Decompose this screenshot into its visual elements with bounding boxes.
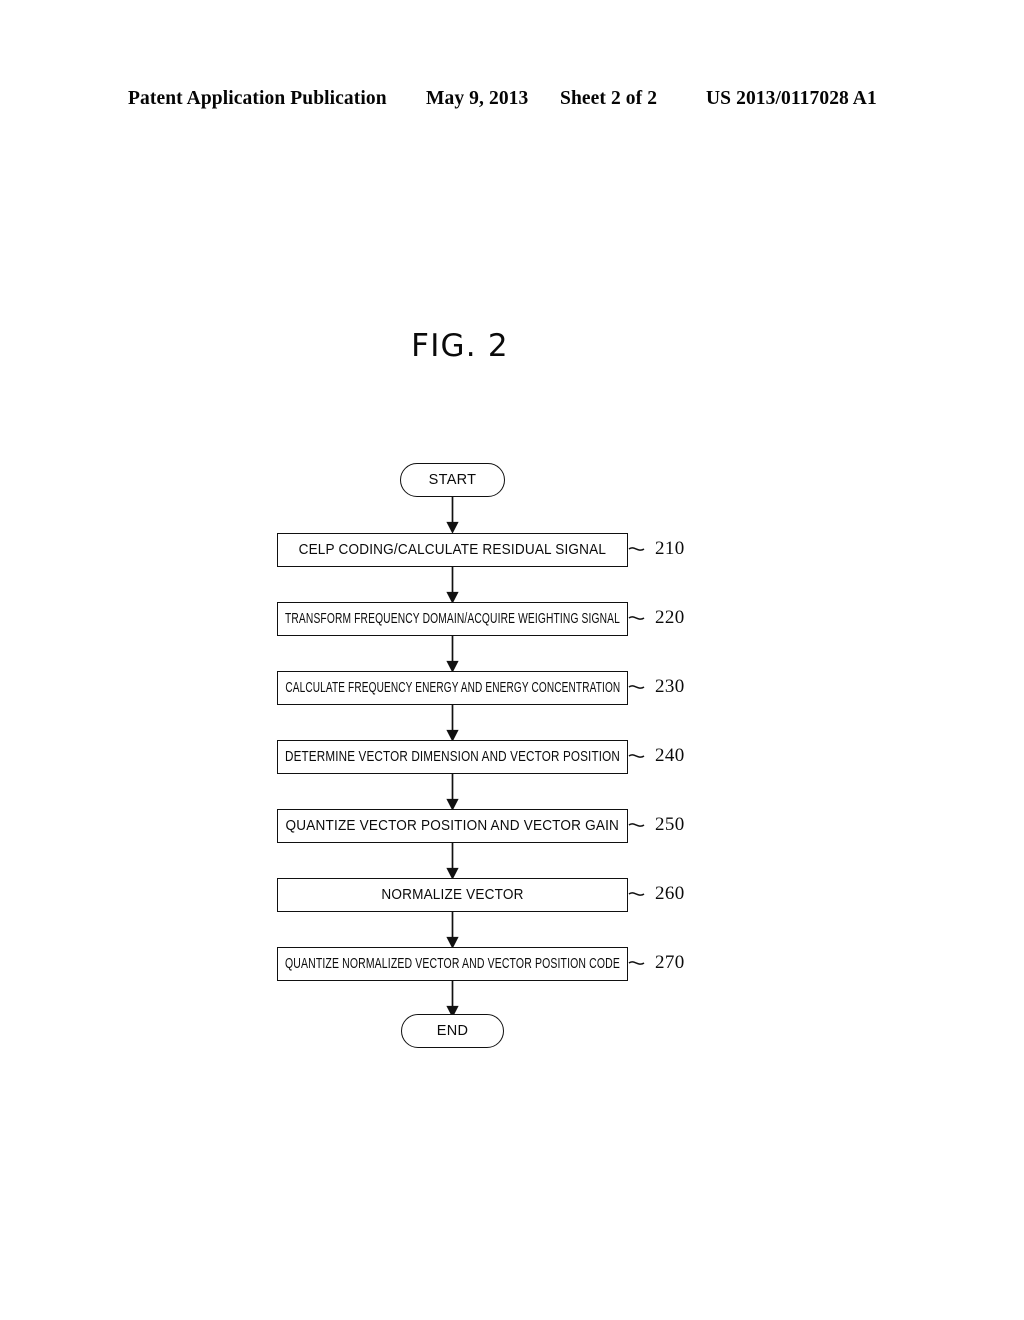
ref-numeral-240: 240: [655, 745, 685, 766]
flow-node-step-230-label: CALCULATE FREQUENCY ENERGY AND ENERGY CO…: [285, 680, 621, 696]
ref-numeral-230: 230: [655, 676, 685, 697]
patent-drawing-page: Patent Application Publication May 9, 20…: [0, 0, 1024, 1320]
flow-node-step-270[interactable]: QUANTIZE NORMALIZED VECTOR AND VECTOR PO…: [277, 947, 628, 981]
ref-numeral-220: 220: [655, 607, 685, 628]
flowchart-connectors: [446, 497, 645, 1018]
ref-numeral-270: 270: [655, 952, 685, 973]
flowchart-diagram: START CELP CODING/CALCULATE RESIDUAL SIG…: [0, 0, 1024, 1320]
flow-node-start[interactable]: START: [400, 463, 505, 497]
flow-node-step-250[interactable]: QUANTIZE VECTOR POSITION AND VECTOR GAIN: [277, 809, 628, 843]
flow-node-step-260[interactable]: NORMALIZE VECTOR: [277, 878, 628, 912]
flow-node-start-label: START: [428, 472, 477, 488]
flow-node-step-250-label: QUANTIZE VECTOR POSITION AND VECTOR GAIN: [285, 818, 620, 834]
flow-node-step-270-label: QUANTIZE NORMALIZED VECTOR AND VECTOR PO…: [285, 956, 620, 972]
flow-node-step-210[interactable]: CELP CODING/CALCULATE RESIDUAL SIGNAL: [277, 533, 628, 567]
flow-node-end[interactable]: END: [401, 1014, 504, 1048]
flow-node-step-240-label: DETERMINE VECTOR DIMENSION AND VECTOR PO…: [285, 749, 620, 765]
flow-node-step-210-label: CELP CODING/CALCULATE RESIDUAL SIGNAL: [298, 542, 607, 558]
flow-node-step-220[interactable]: TRANSFORM FREQUENCY DOMAIN/ACQUIRE WEIGH…: [277, 602, 628, 636]
flow-node-step-230[interactable]: CALCULATE FREQUENCY ENERGY AND ENERGY CO…: [277, 671, 628, 705]
flow-node-step-240[interactable]: DETERMINE VECTOR DIMENSION AND VECTOR PO…: [277, 740, 628, 774]
ref-numeral-250: 250: [655, 814, 685, 835]
flow-node-step-220-label: TRANSFORM FREQUENCY DOMAIN/ACQUIRE WEIGH…: [285, 611, 620, 627]
flow-node-end-label: END: [436, 1023, 469, 1039]
ref-numeral-210: 210: [655, 538, 685, 559]
ref-numeral-260: 260: [655, 883, 685, 904]
flow-node-step-260-label: NORMALIZE VECTOR: [381, 887, 524, 903]
